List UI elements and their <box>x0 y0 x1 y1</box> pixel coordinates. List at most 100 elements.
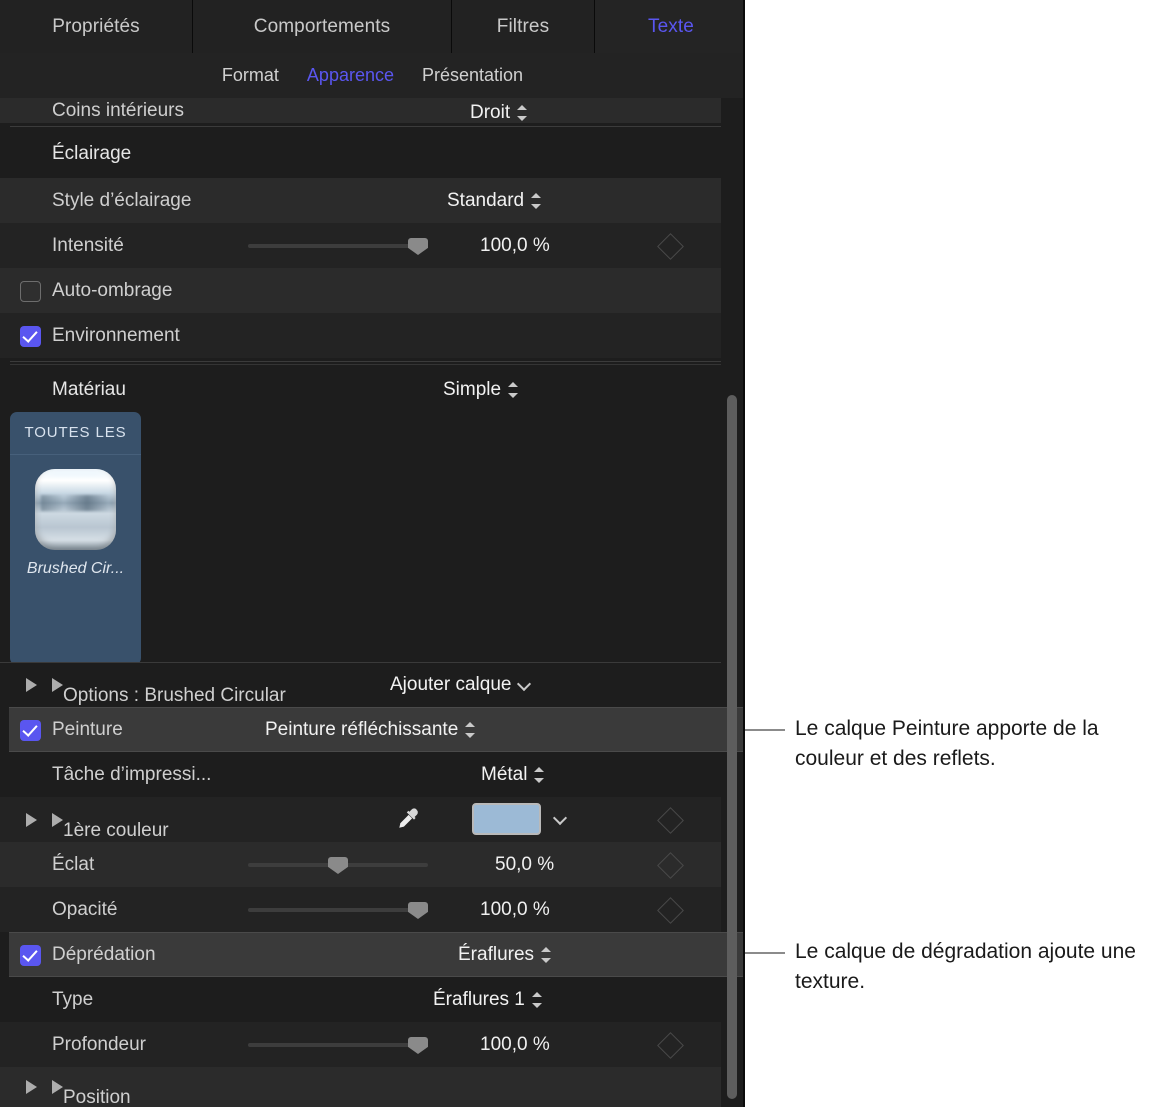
intensite-slider[interactable] <box>248 236 428 256</box>
row-peinture-layer[interactable]: Peinture Peinture réfléchissante <box>9 707 745 752</box>
material-category-column[interactable]: TOUTES LES Brushed Cir... <box>10 412 141 665</box>
row-tache-impression[interactable]: Tâche d’impressi... Métal <box>0 752 721 797</box>
updown-chevrons-icon <box>531 191 542 211</box>
style-eclairage-popup[interactable]: Standard <box>447 190 542 212</box>
depredation-popup[interactable]: Éraflures <box>458 944 552 966</box>
keyframe-diamond-icon[interactable] <box>657 233 684 260</box>
tache-impression-popup[interactable]: Métal <box>481 764 545 786</box>
keyframe-diamond-icon[interactable] <box>657 1032 684 1059</box>
text-subtab-bar: Format Apparence Présentation <box>0 53 745 98</box>
subtab-format[interactable]: Format <box>222 65 279 86</box>
materiau-popup[interactable]: Simple <box>443 379 519 401</box>
popup-value: Éraflures <box>458 943 535 965</box>
disclosure-triangle-icon[interactable] <box>26 812 37 827</box>
row-auto-ombrage[interactable]: Auto-ombrage <box>0 268 721 313</box>
updown-chevrons-icon <box>534 765 545 785</box>
depredation-checkbox[interactable] <box>20 944 41 966</box>
coins-interieurs-popup[interactable]: Droit <box>470 102 528 124</box>
row-label: Profondeur <box>52 1033 147 1055</box>
annotation-column: Le calque Peinture apporte de la couleur… <box>745 0 1160 1107</box>
keyframe-diamond-icon[interactable] <box>657 807 684 834</box>
row-label: Opacité <box>52 898 118 920</box>
row-profondeur[interactable]: Profondeur 100,0 % <box>0 1022 721 1067</box>
row-position[interactable]: Position <box>0 1067 721 1107</box>
slider-thumb[interactable] <box>408 238 428 255</box>
keyframe-diamond-icon[interactable] <box>657 852 684 879</box>
slider-thumb[interactable] <box>408 1037 428 1054</box>
disclosure-triangle-icon[interactable] <box>26 678 37 692</box>
row-label: Déprédation <box>52 943 156 965</box>
slider-track <box>248 908 428 912</box>
row-label: Tâche d’impressi... <box>52 763 212 785</box>
eclat-slider[interactable] <box>248 855 428 875</box>
inspector-tab-bar: Propriétés Comportements Filtres Texte <box>0 0 745 53</box>
auto-ombrage-checkbox[interactable] <box>20 280 41 302</box>
opacite-value[interactable]: 100,0 % <box>480 899 550 921</box>
eyedropper-icon[interactable] <box>396 806 422 832</box>
row-environnement[interactable]: Environnement <box>0 313 721 358</box>
profondeur-value[interactable]: 100,0 % <box>480 1034 550 1056</box>
updown-chevrons-icon <box>531 990 543 1010</box>
row-options-brushed-circular[interactable]: Options : Brushed Circular Ajouter calqu… <box>0 662 721 707</box>
tab-label: Texte <box>648 15 694 37</box>
annotation-degradation-layer: Le calque de dégradation ajoute une text… <box>795 940 1136 993</box>
chevron-down-icon <box>518 678 532 692</box>
row-premiere-couleur[interactable]: 1ère couleur <box>0 797 721 842</box>
row-opacite[interactable]: Opacité 100,0 % <box>0 887 721 932</box>
peinture-checkbox[interactable] <box>20 719 41 741</box>
first-color-swatch[interactable] <box>472 803 541 835</box>
annotation-paint-layer: Le calque Peinture apporte de la couleur… <box>795 717 1099 770</box>
popup-value: Peinture réfléchissante <box>265 718 459 740</box>
tab-label: Propriétés <box>52 15 140 37</box>
row-type[interactable]: Type Éraflures 1 <box>0 977 721 1022</box>
section-divider <box>10 126 721 127</box>
popup-value: Droit <box>470 102 511 123</box>
section-divider <box>10 361 721 362</box>
row-intensite[interactable]: Intensité 100,0 % <box>0 223 721 268</box>
row-style-eclairage[interactable]: Style d’éclairage Standard <box>0 178 721 223</box>
row-materiau[interactable]: Matériau Simple <box>0 368 745 412</box>
material-category-label: TOUTES LES <box>10 412 141 455</box>
opacite-slider[interactable] <box>248 900 428 920</box>
profondeur-slider[interactable] <box>248 1035 428 1055</box>
leader-line-paint <box>745 729 785 731</box>
row-label: Éclat <box>52 853 95 875</box>
tab-proprietes[interactable]: Propriétés <box>0 0 193 53</box>
environnement-checkbox[interactable] <box>20 325 41 347</box>
inspector-scroll-body[interactable]: Coins intérieurs Droit Éclairage Style d… <box>0 98 745 1107</box>
popup-value: Standard <box>447 189 525 211</box>
menu-label: Ajouter calque <box>390 674 512 695</box>
disclosure-triangle-icon[interactable] <box>26 1080 37 1094</box>
intensite-value[interactable]: 100,0 % <box>480 235 550 257</box>
peinture-popup[interactable]: Peinture réfléchissante <box>265 719 476 741</box>
tab-texte[interactable]: Texte <box>595 0 745 53</box>
leader-line-degradation <box>745 952 785 954</box>
row-eclat[interactable]: Éclat 50,0 % <box>0 842 721 887</box>
tab-comportements[interactable]: Comportements <box>193 0 452 53</box>
chevron-down-icon[interactable] <box>554 812 568 826</box>
tab-label: Comportements <box>253 15 391 37</box>
eclat-value[interactable]: 50,0 % <box>495 854 554 876</box>
row-label: Matériau <box>52 379 126 400</box>
popup-value: Métal <box>481 763 528 785</box>
slider-thumb[interactable] <box>328 857 348 874</box>
row-depredation-layer[interactable]: Déprédation Éraflures <box>9 932 745 977</box>
inspector-scrollbar[interactable] <box>727 395 737 1099</box>
subtab-presentation[interactable]: Présentation <box>422 65 523 86</box>
section-header-eclairage: Éclairage <box>0 130 745 178</box>
updown-chevrons-icon <box>541 945 552 965</box>
type-popup[interactable]: Éraflures 1 <box>433 989 543 1011</box>
row-label: Coins intérieurs <box>52 100 184 121</box>
slider-track <box>248 1043 428 1047</box>
row-label: Auto-ombrage <box>52 279 173 301</box>
updown-chevrons-icon <box>465 720 476 740</box>
material-thumbnail[interactable] <box>35 469 116 550</box>
subtab-apparence[interactable]: Apparence <box>307 65 394 86</box>
tab-filtres[interactable]: Filtres <box>452 0 595 53</box>
row-label: Intensité <box>52 234 124 256</box>
ajouter-calque-menu[interactable]: Ajouter calque <box>390 674 532 696</box>
keyframe-diamond-icon[interactable] <box>657 897 684 924</box>
material-browser[interactable]: TOUTES LES Brushed Cir... <box>0 412 721 665</box>
slider-thumb[interactable] <box>408 902 428 919</box>
row-coins-interieurs[interactable]: Coins intérieurs Droit <box>0 98 721 123</box>
